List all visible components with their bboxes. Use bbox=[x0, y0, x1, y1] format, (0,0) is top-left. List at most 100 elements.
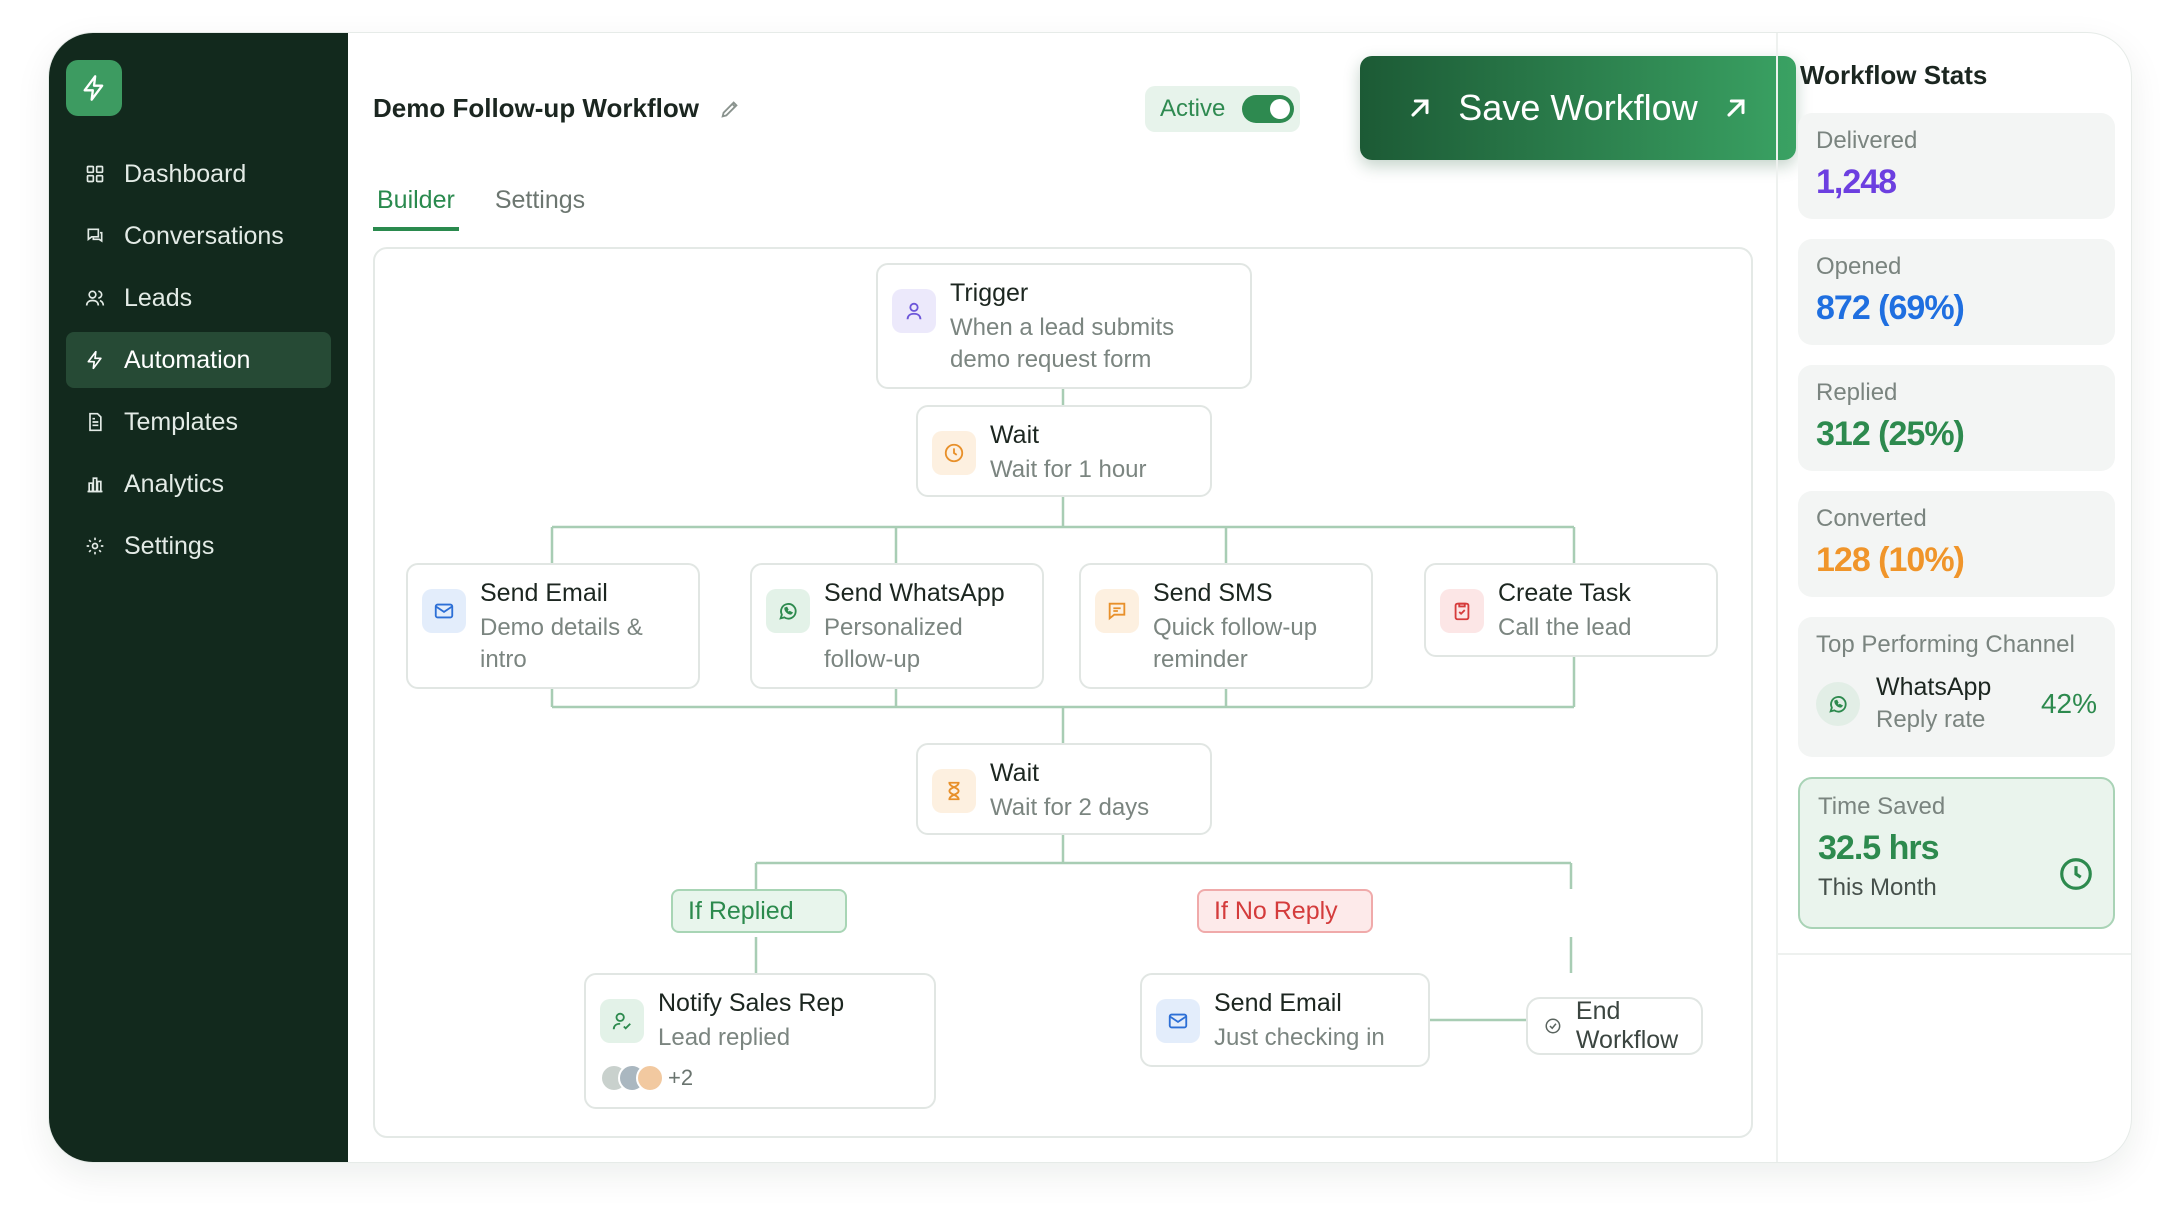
channel-subtitle: Reply rate bbox=[1876, 706, 1986, 733]
stat-value: 312 (25%) bbox=[1816, 415, 1965, 453]
channel-name: WhatsApp bbox=[1876, 673, 1992, 701]
workflow-canvas[interactable]: Trigger When a lead submits demo request… bbox=[373, 247, 1753, 1138]
send-email-node[interactable]: Send Email Demo details & intro bbox=[406, 563, 700, 689]
stat-label: Converted bbox=[1816, 505, 1927, 532]
tab-builder[interactable]: Builder bbox=[373, 180, 459, 231]
send-email-followup-node[interactable]: Send Email Just checking in bbox=[1140, 973, 1430, 1067]
sidebar-item-label: Conversations bbox=[124, 221, 284, 250]
end-workflow-node[interactable]: End Workflow bbox=[1526, 997, 1703, 1055]
sidebar-item-leads[interactable]: Leads bbox=[66, 270, 331, 326]
user-icon bbox=[892, 289, 936, 333]
toggle-switch[interactable] bbox=[1242, 95, 1294, 123]
stat-converted: Converted 128 (10%) bbox=[1798, 491, 2115, 597]
node-subtitle: Quick follow-up bbox=[1153, 614, 1318, 641]
save-workflow-button[interactable]: Save Workflow bbox=[1360, 56, 1796, 160]
node-subtitle: reminder bbox=[1153, 646, 1248, 673]
stat-label: Time Saved bbox=[1818, 793, 1946, 820]
pencil-icon[interactable] bbox=[719, 98, 741, 120]
node-subtitle: Wait for 1 hour bbox=[990, 456, 1147, 483]
tab-settings[interactable]: Settings bbox=[491, 180, 589, 231]
node-title: Create Task bbox=[1498, 579, 1631, 607]
node-subtitle: Lead replied bbox=[658, 1024, 791, 1051]
branch-if-no-reply[interactable]: If No Reply bbox=[1197, 889, 1373, 933]
stat-value: 872 (69%) bbox=[1816, 289, 1965, 327]
notify-sales-rep-node[interactable]: Notify Sales Rep Lead replied +2 bbox=[584, 973, 936, 1109]
app-logo[interactable] bbox=[66, 60, 122, 116]
node-title: Send SMS bbox=[1153, 579, 1273, 607]
sidebar-item-dashboard[interactable]: Dashboard bbox=[66, 146, 331, 202]
sidebar-item-settings[interactable]: Settings bbox=[66, 518, 331, 574]
sidebar-item-templates[interactable]: Templates bbox=[66, 394, 331, 450]
mail-icon bbox=[422, 589, 466, 633]
sidebar-item-conversations[interactable]: Conversations bbox=[66, 208, 331, 264]
tab-bar: Builder Settings bbox=[373, 180, 621, 231]
arrow-up-right-icon bbox=[1411, 99, 1429, 117]
wait-node[interactable]: Wait Wait for 2 days bbox=[916, 743, 1212, 835]
bolt-icon bbox=[83, 75, 104, 101]
workflow-header: Demo Follow-up Workflow bbox=[373, 93, 741, 124]
send-whatsapp-node[interactable]: Send WhatsApp Personalized follow-up bbox=[750, 563, 1044, 689]
node-title: Send Email bbox=[1214, 989, 1342, 1017]
message-icon bbox=[1095, 589, 1139, 633]
node-subtitle: Demo details & bbox=[480, 614, 643, 641]
sidebar-nav: Dashboard Conversations Leads Automation… bbox=[66, 146, 331, 580]
wait-node[interactable]: Wait Wait for 1 hour bbox=[916, 405, 1212, 497]
active-toggle[interactable]: Active bbox=[1145, 86, 1300, 132]
sidebar-item-label: Settings bbox=[124, 531, 215, 560]
avatar-group: +2 bbox=[600, 1064, 844, 1092]
sidebar: Dashboard Conversations Leads Automation… bbox=[49, 33, 348, 1162]
whatsapp-icon bbox=[1816, 681, 1860, 726]
sidebar-item-label: Dashboard bbox=[124, 159, 247, 188]
arrow-up-right-icon bbox=[1727, 99, 1745, 117]
stat-top-channel: Top Performing Channel WhatsApp Reply ra… bbox=[1798, 617, 2115, 757]
branch-if-replied[interactable]: If Replied bbox=[671, 889, 847, 933]
clock-icon bbox=[2060, 858, 2092, 890]
page-title: Demo Follow-up Workflow bbox=[373, 93, 699, 123]
node-title: Send Email bbox=[480, 579, 608, 607]
bolt-icon bbox=[84, 349, 106, 371]
mail-icon bbox=[1156, 999, 1200, 1043]
clipboard-icon bbox=[1440, 589, 1484, 633]
node-title: Send WhatsApp bbox=[824, 579, 1005, 607]
sidebar-item-label: Automation bbox=[124, 345, 251, 374]
node-subtitle: Call the lead bbox=[1498, 614, 1632, 641]
gear-icon bbox=[84, 535, 106, 557]
stat-time-saved: Time Saved 32.5 hrs This Month bbox=[1798, 777, 2115, 929]
end-workflow-label: End Workflow bbox=[1575, 997, 1679, 1054]
users-icon bbox=[84, 287, 106, 309]
main-content: Demo Follow-up Workflow Active Save Work… bbox=[348, 33, 1796, 1162]
stat-label: Top Performing Channel bbox=[1816, 631, 2075, 658]
clock-icon bbox=[932, 431, 976, 475]
sidebar-item-automation[interactable]: Automation bbox=[66, 332, 331, 388]
node-subtitle: follow-up bbox=[824, 646, 921, 673]
trigger-node[interactable]: Trigger When a lead submits demo request… bbox=[876, 263, 1252, 389]
hourglass-icon bbox=[932, 769, 976, 813]
node-subtitle: demo request form bbox=[950, 346, 1152, 373]
chat-icon bbox=[84, 225, 106, 247]
stat-value: 32.5 hrs bbox=[1818, 829, 1940, 867]
stat-opened: Opened 872 (69%) bbox=[1798, 239, 2115, 345]
stat-value: 128 (10%) bbox=[1816, 541, 1965, 579]
node-title: Wait bbox=[990, 421, 1040, 449]
stat-label: Replied bbox=[1816, 379, 1898, 406]
create-task-node[interactable]: Create Task Call the lead bbox=[1424, 563, 1718, 657]
stat-label: Delivered bbox=[1816, 127, 1918, 154]
whatsapp-icon bbox=[766, 589, 810, 633]
stat-value: 1,248 bbox=[1816, 163, 1897, 201]
top-channel-row: WhatsApp Reply rate 42% bbox=[1816, 673, 2097, 734]
node-title: Wait bbox=[990, 759, 1040, 787]
document-icon bbox=[84, 411, 106, 433]
avatar-more-count: +2 bbox=[668, 1065, 694, 1090]
node-subtitle: When a lead submits bbox=[950, 314, 1175, 341]
stats-title: Workflow Stats bbox=[1800, 60, 1988, 90]
node-subtitle: Wait for 2 days bbox=[990, 794, 1150, 821]
sidebar-item-analytics[interactable]: Analytics bbox=[66, 456, 331, 512]
avatar bbox=[636, 1064, 664, 1092]
stat-replied: Replied 312 (25%) bbox=[1798, 365, 2115, 471]
sidebar-item-label: Templates bbox=[124, 407, 238, 436]
stat-label: Opened bbox=[1816, 253, 1902, 280]
send-sms-node[interactable]: Send SMS Quick follow-up reminder bbox=[1079, 563, 1373, 689]
panel-divider bbox=[1778, 953, 2131, 955]
app-window: Dashboard Conversations Leads Automation… bbox=[49, 33, 2131, 1162]
save-workflow-label: Save Workflow bbox=[1458, 87, 1698, 128]
